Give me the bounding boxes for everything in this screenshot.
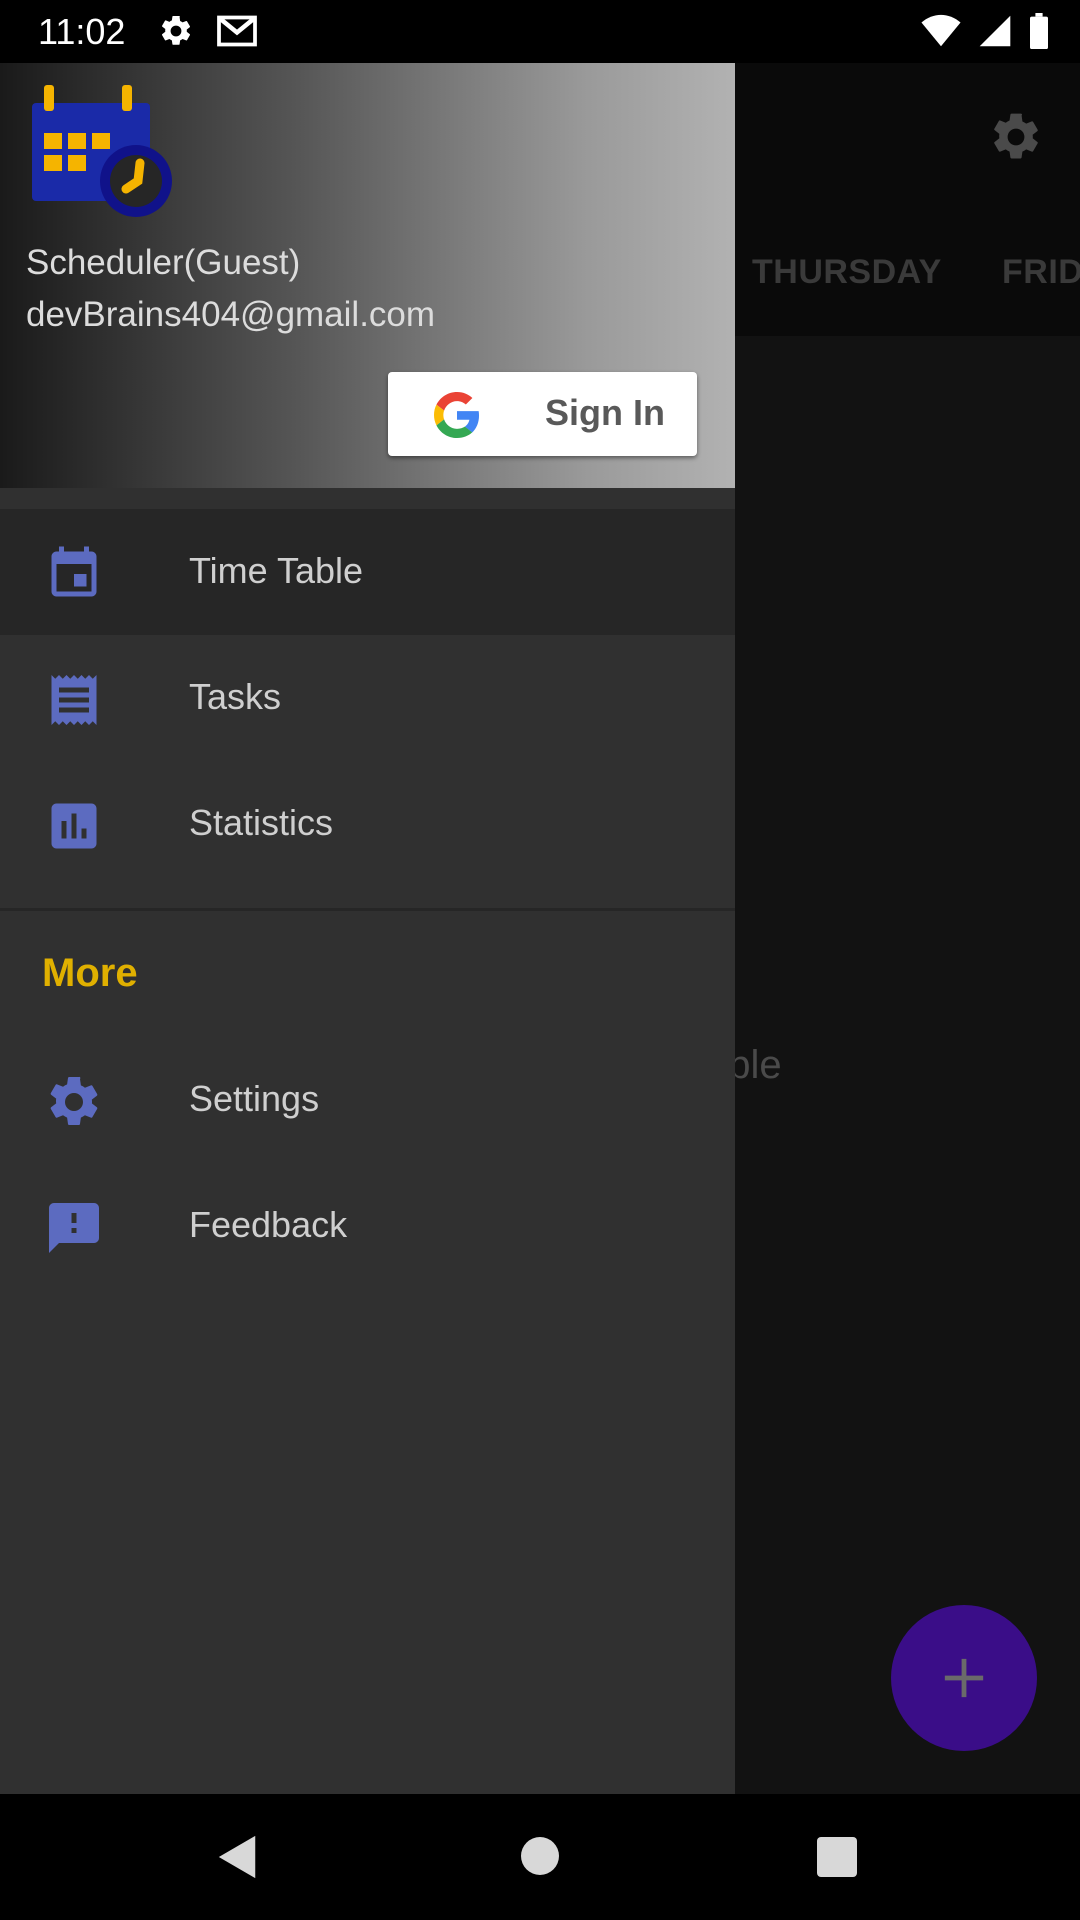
sign-in-label: Sign In	[545, 392, 665, 433]
drawer-divider	[0, 908, 735, 911]
tab-thursday[interactable]: THURSDAY	[752, 253, 942, 292]
statistics-icon	[51, 803, 97, 849]
back-icon[interactable]	[216, 1834, 260, 1880]
settings-icon	[50, 1076, 98, 1125]
status-time: 11:02	[38, 11, 126, 52]
signal-icon	[979, 15, 1011, 47]
drawer-item-feedback[interactable]: Feedback	[0, 1163, 735, 1289]
drawer-header: Scheduler(Guest) devBrains404@gmail.com …	[0, 63, 735, 488]
drawer-item-label: Statistics	[189, 802, 334, 843]
navigation-drawer: Scheduler(Guest) devBrains404@gmail.com …	[0, 63, 735, 1794]
drawer-item-time-table[interactable]: Time Table	[0, 509, 735, 635]
section-title-more: More	[42, 951, 138, 995]
gmail-icon	[217, 15, 257, 47]
drawer-item-statistics[interactable]: Statistics	[0, 761, 735, 887]
scheduler-logo	[32, 85, 172, 217]
google-g-icon	[434, 392, 480, 438]
drawer-item-label: Tasks	[189, 676, 282, 717]
settings-icon	[161, 15, 191, 45]
google-sign-in-button[interactable]: Sign In	[388, 372, 697, 456]
add-fab-button[interactable]	[891, 1605, 1037, 1751]
user-name: Scheduler(Guest)	[26, 243, 301, 282]
recents-icon[interactable]	[817, 1837, 857, 1877]
drawer-item-label: Settings	[189, 1078, 320, 1119]
app-settings-icon[interactable]	[988, 109, 1044, 165]
feedback-icon	[49, 1203, 99, 1253]
calendar-icon	[51, 546, 97, 597]
system-nav-bar	[0, 1794, 1080, 1920]
tasks-icon	[51, 675, 97, 725]
drawer-item-tasks[interactable]: Tasks	[0, 635, 735, 761]
plus-icon	[944, 1658, 984, 1698]
user-email: devBrains404@gmail.com	[26, 295, 436, 334]
drawer-item-label: Time Table	[189, 550, 364, 591]
drawer-item-settings[interactable]: Settings	[0, 1037, 735, 1163]
drawer-item-label: Feedback	[189, 1204, 348, 1245]
wifi-icon	[921, 14, 961, 47]
battery-icon	[1030, 13, 1048, 49]
status-bar: 11:02	[0, 0, 1080, 63]
tab-friday[interactable]: FRID	[1002, 253, 1080, 292]
home-icon[interactable]	[520, 1836, 560, 1876]
